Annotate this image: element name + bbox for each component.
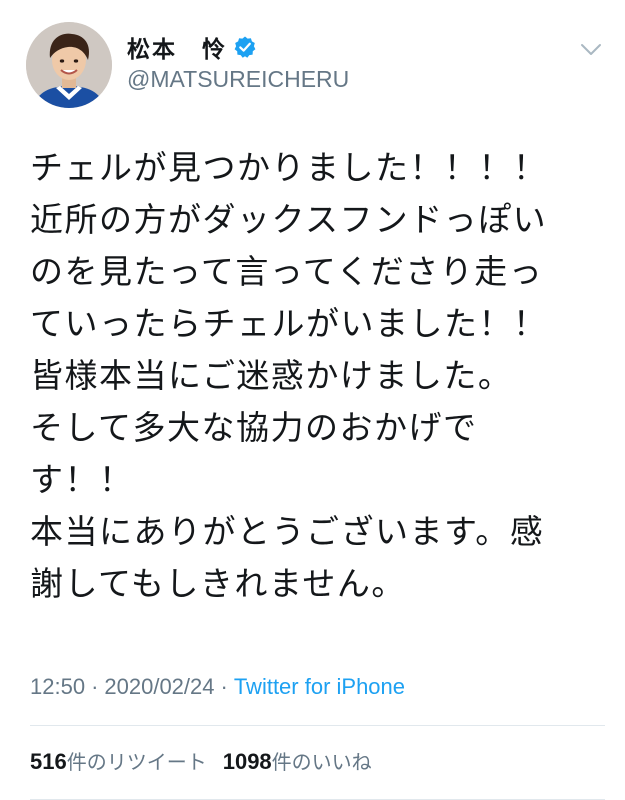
display-name-row: 松本 怜 (127, 30, 257, 64)
tweet-text-line: 謝してもしきれません。 (30, 564, 406, 603)
tweet-meta: 12:50 · 2020/02/24 · Twitter for iPhone (30, 674, 405, 700)
tweet-text-line: チェルが見つかりました！！！！ (30, 148, 548, 187)
likes-label: 件のいいね (271, 750, 372, 774)
tweet-text-line: そして多大な協力のおかげで (30, 408, 478, 447)
tweet-time[interactable]: 12:50 (30, 674, 85, 700)
retweets-count: 516 (30, 749, 67, 774)
verified-badge-icon (233, 35, 257, 59)
divider (30, 725, 605, 726)
tweet-text-line: のを見たって言ってくださり走っ (30, 252, 544, 291)
retweets-stat[interactable]: 516件のリツイート (30, 746, 207, 775)
tweet-text-line: 本当にありがとうございます。感 (30, 512, 545, 551)
tweet-stats: 516件のリツイート 1098件のいいね (30, 746, 372, 775)
likes-count: 1098 (222, 749, 272, 774)
tweet-source-link[interactable]: Twitter for iPhone (234, 674, 405, 700)
tweet-date[interactable]: 2020/02/24 (104, 674, 214, 700)
user-handle[interactable]: @MATSUREICHERU (127, 66, 349, 93)
chevron-down-icon[interactable] (580, 42, 602, 56)
tweet-text: チェルが見つかりました！！！！ 近所の方がダックスフンドっぽい のを見たって言っ… (30, 142, 610, 610)
meta-separator: · (220, 674, 228, 699)
retweets-label: 件のリツイート (66, 750, 207, 774)
tweet-text-line: 皆様本当にご迷惑かけました。 (30, 356, 513, 395)
tweet-text-line: ていったらチェルがいました！！ (30, 304, 548, 343)
likes-stat[interactable]: 1098件のいいね (223, 746, 372, 775)
display-name[interactable]: 松本 怜 (127, 30, 227, 64)
avatar[interactable] (26, 22, 112, 108)
meta-separator: · (91, 674, 99, 699)
tweet-text-line: す！！ (30, 460, 134, 499)
avatar-image (26, 22, 112, 108)
tweet-header: 松本 怜 @MATSUREICHERU (0, 0, 625, 115)
tweet-text-line: 近所の方がダックスフンドっぽい (30, 200, 548, 239)
